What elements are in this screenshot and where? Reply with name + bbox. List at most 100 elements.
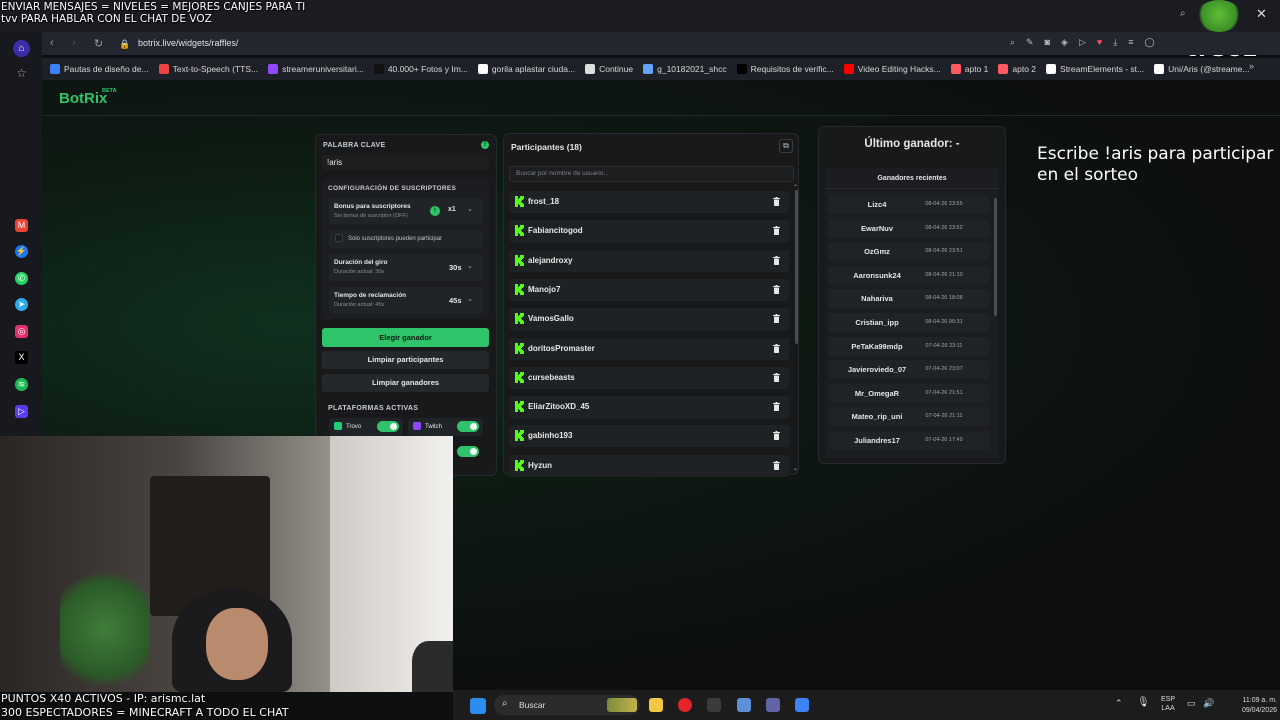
bookmark-label: gorila aplastar ciuda...	[491, 64, 576, 74]
bookmark-item[interactable]: Requisitos de verific...	[736, 64, 834, 74]
spotify-icon[interactable]: ≋	[15, 378, 28, 391]
participant-row: doritosPromaster	[509, 337, 789, 360]
windows-start-icon[interactable]	[470, 698, 486, 714]
menu-icon[interactable]: ≡	[1128, 37, 1133, 49]
microphone-icon[interactable]: 🎙	[1137, 697, 1150, 708]
bookmark-favicon-icon	[585, 64, 596, 74]
bonus-chevron-down-icon[interactable]: ⌄	[467, 205, 473, 213]
close-icon[interactable]: ✕	[1256, 6, 1267, 22]
download-icon[interactable]: ⤓	[1113, 37, 1117, 49]
clock[interactable]: 11:09 a. m. 09/04/2026	[1219, 696, 1277, 716]
shield-icon[interactable]: ◈	[1061, 37, 1068, 49]
bonus-select[interactable]: x1	[448, 206, 456, 213]
store-icon[interactable]	[795, 698, 809, 712]
more-bookmarks-icon[interactable]: »	[1249, 61, 1254, 71]
info-icon[interactable]: !	[481, 141, 489, 149]
delete-trash-icon[interactable]	[773, 255, 780, 265]
camera-icon[interactable]: ◙	[1045, 37, 1050, 49]
spin-chevron-down-icon[interactable]: ⌄	[467, 262, 473, 270]
bonus-info-icon[interactable]: !	[430, 206, 440, 216]
bookmark-item[interactable]: apto 1	[950, 64, 988, 74]
spin-select[interactable]: 30s	[449, 263, 462, 272]
bookmark-item[interactable]: gorila aplastar ciuda...	[477, 64, 576, 74]
heart-icon[interactable]: ♥	[1097, 37, 1102, 49]
x-icon[interactable]: X	[15, 351, 28, 364]
tray-chevron-up-icon[interactable]: ⌃	[1115, 698, 1123, 709]
claim-chevron-down-icon[interactable]: ⌄	[467, 295, 473, 303]
bookmark-label: g_10182021_shcc	[657, 64, 727, 74]
twitch-toggle[interactable]	[457, 421, 479, 432]
pick-winner-button[interactable]: Elegir ganador	[322, 328, 489, 347]
scroll-up-icon[interactable]: ⌃	[793, 184, 798, 191]
language-indicator[interactable]: ESP LAA	[1161, 695, 1175, 713]
search-icon[interactable]: ⌕	[1180, 8, 1186, 19]
back-icon[interactable]: ‹	[50, 37, 54, 49]
delete-trash-icon[interactable]	[773, 431, 780, 441]
delete-trash-icon[interactable]	[773, 197, 780, 206]
delete-trash-icon[interactable]	[773, 226, 780, 236]
participants-scrollbar[interactable]	[795, 190, 798, 344]
scroll-down-icon[interactable]: ⌄	[793, 465, 798, 472]
taskbar-search-icon: ⌕	[502, 698, 508, 709]
trovo-toggle[interactable]	[377, 421, 399, 432]
instagram-icon[interactable]: ◎	[15, 325, 28, 338]
subs-only-checkbox[interactable]	[335, 234, 343, 242]
winner-date: 07-04-26 17:49	[925, 437, 963, 443]
player-icon[interactable]: ▷	[15, 405, 28, 418]
delete-trash-icon[interactable]	[773, 372, 780, 382]
bookmark-item[interactable]: g_10182021_shcc	[643, 64, 727, 74]
bookmark-item[interactable]: Uni/Aris (@streame...	[1154, 64, 1250, 74]
telegram-icon[interactable]: ➤	[15, 298, 28, 311]
url-field[interactable]: botrix.live/widgets/raffles/	[138, 38, 238, 48]
bookmark-favicon-icon	[736, 64, 747, 74]
bookmark-item[interactable]: Text-to-Speech (TTS...	[158, 64, 258, 74]
whatsapp-icon[interactable]: ✆	[15, 272, 28, 285]
monitor-icon[interactable]: ▭	[1187, 698, 1196, 709]
bookmark-item[interactable]: Pautas de diseño de...	[50, 64, 149, 74]
opera-icon[interactable]	[678, 698, 692, 712]
participant-search-input[interactable]: Buscar por nombre de usuario...	[509, 166, 794, 182]
recent-winners-title: Ganadores recientes	[877, 175, 947, 182]
bonus-row	[329, 198, 483, 224]
star-icon[interactable]: ☆	[15, 67, 28, 80]
delete-trash-icon[interactable]	[773, 314, 780, 324]
search-highlight-icon	[607, 698, 637, 712]
third-platform-toggle[interactable]	[457, 446, 479, 457]
bookmark-item[interactable]: 40.000+ Fotos y Im...	[373, 64, 468, 74]
gallery-icon[interactable]	[737, 698, 751, 712]
delete-trash-icon[interactable]	[773, 343, 780, 353]
home-icon[interactable]: ⌂	[13, 40, 30, 57]
clear-winners-button[interactable]: Limpiar ganadores	[322, 374, 489, 392]
app-icon[interactable]	[707, 698, 721, 712]
teams-icon[interactable]	[766, 698, 780, 712]
bookmark-item[interactable]: Video Editing Hacks...	[843, 64, 941, 74]
winner-row: EwarNuv 08-04-26 23:52	[829, 218, 989, 238]
bookmark-item[interactable]: apto 2	[998, 64, 1036, 74]
kick-icon	[515, 430, 524, 442]
delete-trash-icon[interactable]	[773, 284, 780, 294]
delete-trash-icon[interactable]	[773, 460, 780, 470]
forward-icon[interactable]: ›	[72, 37, 76, 49]
bookmark-item[interactable]: Continue	[585, 64, 633, 74]
gmail-icon[interactable]: M	[15, 219, 28, 232]
play-icon[interactable]: ▷	[1079, 37, 1086, 49]
bookmark-item[interactable]: streameruniversitari...	[268, 64, 364, 74]
reload-icon[interactable]: ↻	[94, 37, 103, 50]
keyword-input[interactable]: !aris	[322, 155, 489, 170]
edit-icon[interactable]: ✎	[1026, 37, 1034, 49]
messenger-icon[interactable]: ⚡	[15, 245, 28, 258]
botrix-logo[interactable]: BotRix	[59, 90, 107, 107]
delete-trash-icon[interactable]	[773, 402, 780, 412]
file-explorer-icon[interactable]	[649, 698, 663, 712]
participant-name: Manojo7	[528, 284, 561, 294]
bookmark-item[interactable]: StreamElements - st...	[1046, 64, 1144, 74]
copy-icon[interactable]: ⧉	[779, 139, 793, 153]
magnify-icon[interactable]: ⌕	[1010, 37, 1015, 49]
volume-icon[interactable]: 🔊	[1203, 698, 1214, 709]
bookmark-favicon-icon	[477, 64, 488, 74]
participant-row: EliarZitooXD_45	[509, 396, 789, 419]
claim-select[interactable]: 45s	[449, 296, 462, 305]
profile-icon[interactable]: ◯	[1144, 37, 1154, 49]
clear-participants-button[interactable]: Limpiar participantes	[322, 351, 489, 369]
winners-scrollbar[interactable]	[994, 198, 997, 316]
